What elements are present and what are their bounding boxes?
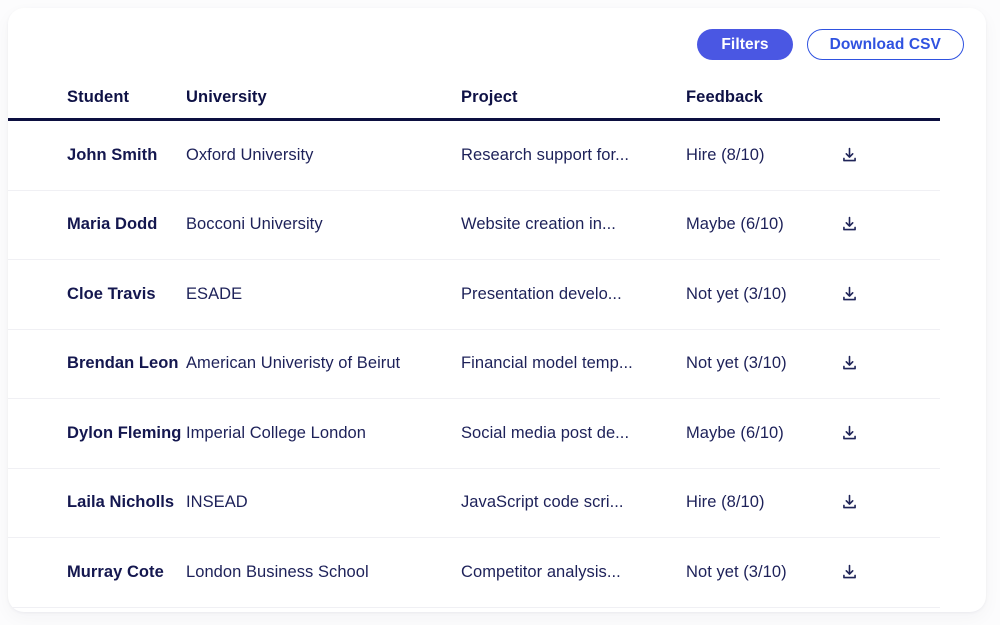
table-row[interactable]: Dylon Fleming Imperial College London So… [8,399,940,469]
download-row-button[interactable] [836,420,862,446]
download-csv-button[interactable]: Download CSV [806,29,964,60]
cell-project: Competitor analysis... [461,562,621,581]
table-toolbar: Filters Download CSV [697,29,964,60]
download-icon [841,216,858,233]
cell-university: Bocconi University [186,215,323,234]
cell-student: Dylon Fleming [67,423,182,442]
download-row-button[interactable] [836,490,862,516]
cell-student: Maria Dodd [67,215,158,234]
download-icon [841,494,858,511]
filters-button[interactable]: Filters [697,29,793,60]
cell-action [836,212,881,238]
cell-student: Laila Nicholls [67,493,175,512]
cell-feedback: Not yet (3/10) [686,354,787,373]
column-header-student[interactable]: Student [8,88,186,107]
cell-university: Oxford University [186,145,314,164]
cell-feedback: Not yet (3/10) [686,284,787,303]
download-row-button[interactable] [836,142,862,168]
download-icon [841,355,858,372]
download-icon [841,286,858,303]
table-row[interactable]: Laila Nicholls INSEAD JavaScript code sc… [8,469,940,538]
cell-university: American Univeristy of Beirut [186,354,401,373]
download-row-button[interactable] [836,559,862,585]
download-icon [841,425,858,442]
cell-project: JavaScript code scri... [461,493,624,512]
column-header-feedback[interactable]: Feedback [686,88,836,107]
download-row-button[interactable] [836,212,862,238]
cell-action [836,559,881,585]
cell-university: London Business School [186,562,369,581]
app-root: Filters Download CSV Student University … [0,0,1000,625]
cell-action [836,281,881,307]
column-header-university[interactable]: University [186,88,461,107]
table-row[interactable]: Brendan Leon American Univeristy of Beir… [8,330,940,399]
download-icon [841,564,858,581]
download-row-button[interactable] [836,351,862,377]
cell-action [836,351,881,377]
cell-action [836,142,881,168]
cell-project: Research support for... [461,145,630,164]
cell-action [836,490,881,516]
students-table: Student University Project Feedback John… [8,80,986,608]
cell-action [836,420,881,446]
table-row[interactable]: John Smith Oxford University Research su… [8,121,940,191]
table-row[interactable]: Murray Cote London Business School Compe… [8,538,940,608]
cell-feedback: Maybe (6/10) [686,215,784,234]
cell-student: Cloe Travis [67,284,156,303]
table-row[interactable]: Maria Dodd Bocconi University Website cr… [8,191,940,260]
cell-university: Imperial College London [186,423,367,442]
cell-project: Social media post de... [461,423,630,442]
cell-feedback: Hire (8/10) [686,145,765,164]
cell-project: Website creation in... [461,215,616,234]
cell-feedback: Not yet (3/10) [686,562,787,581]
table-row[interactable]: Cloe Travis ESADE Presentation develo...… [8,260,940,330]
cell-feedback: Maybe (6/10) [686,423,784,442]
cell-student: Brendan Leon [67,354,179,373]
cell-project: Presentation develo... [461,284,622,303]
students-table-card: Filters Download CSV Student University … [8,8,986,612]
table-body: John Smith Oxford University Research su… [8,121,986,608]
cell-student: John Smith [67,145,158,164]
cell-project: Financial model temp... [461,354,633,373]
cell-student: Murray Cote [67,562,164,581]
download-row-button[interactable] [836,281,862,307]
download-icon [841,147,858,164]
table-header-row: Student University Project Feedback [8,80,986,118]
cell-feedback: Hire (8/10) [686,493,765,512]
column-header-project[interactable]: Project [461,88,686,107]
cell-university: INSEAD [186,493,248,512]
cell-university: ESADE [186,284,243,303]
